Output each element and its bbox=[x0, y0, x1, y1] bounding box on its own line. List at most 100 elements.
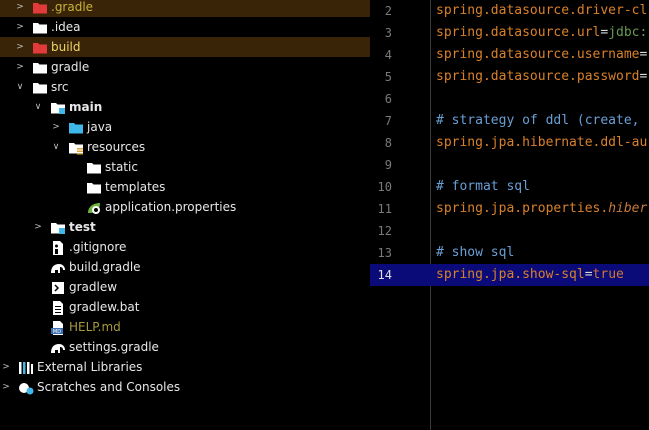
tree-item-label: test bbox=[69, 220, 96, 234]
tree-item-label: build.gradle bbox=[69, 260, 141, 274]
tree-item[interactable]: > .idea bbox=[0, 17, 370, 37]
code-token: spring.jpa.hibernate.ddl-au bbox=[436, 135, 648, 150]
module-folder-icon bbox=[50, 220, 66, 234]
code-token: = bbox=[639, 69, 648, 84]
code-line[interactable]: 3 spring.datasource.url=jdbc: bbox=[370, 22, 649, 44]
code-text: # format sql bbox=[436, 176, 530, 198]
code-token: spring.datasource.password bbox=[436, 69, 640, 84]
chevron-right-icon[interactable]: > bbox=[50, 117, 62, 137]
svg-text:MD: MD bbox=[53, 329, 61, 335]
code-line[interactable]: 5 spring.datasource.password= bbox=[370, 66, 649, 88]
code-line[interactable]: 7 # strategy of ddl (create, bbox=[370, 110, 649, 132]
tree-item[interactable]: > test bbox=[0, 217, 370, 237]
line-number: 11 bbox=[377, 202, 392, 216]
tree-item-label: java bbox=[87, 120, 113, 134]
tree-item-label: gradle bbox=[51, 60, 90, 74]
code-line[interactable]: 9 bbox=[370, 154, 649, 176]
tree-item-label: main bbox=[69, 100, 103, 114]
tree-item[interactable]: application.properties bbox=[0, 197, 370, 217]
code-token: hiber bbox=[608, 201, 648, 216]
code-text: spring.jpa.hibernate.ddl-au bbox=[436, 132, 647, 154]
code-line[interactable]: 6 bbox=[370, 88, 649, 110]
code-token: spring.datasource.driver-cl bbox=[436, 3, 648, 18]
code-token: spring.datasource.url bbox=[436, 25, 601, 40]
tree-item[interactable]: > External Libraries bbox=[0, 357, 370, 377]
folder-icon bbox=[32, 60, 48, 74]
tree-item-label: .idea bbox=[51, 20, 81, 34]
code-line[interactable]: 14 spring.jpa.show-sql=true bbox=[370, 264, 649, 286]
chevron-down-icon[interactable]: ∨ bbox=[14, 77, 26, 97]
tree-item-label: gradlew bbox=[69, 280, 118, 294]
tree-item-label: resources bbox=[87, 140, 146, 154]
text-file-icon bbox=[50, 300, 66, 315]
tree-item[interactable]: static bbox=[0, 157, 370, 177]
code-token: # strategy of ddl (create, bbox=[436, 113, 640, 128]
code-text: spring.datasource.driver-cl bbox=[436, 0, 647, 22]
code-editor[interactable]: 2 spring.datasource.driver-cl 3 spring.data… bbox=[370, 0, 649, 430]
tree-item[interactable]: gradlew.bat bbox=[0, 297, 370, 317]
tree-item[interactable]: gradlew bbox=[0, 277, 370, 297]
shell-script-icon bbox=[50, 280, 66, 294]
code-token: jdbc: bbox=[608, 25, 648, 40]
gitignore-file-icon bbox=[50, 240, 66, 255]
spring-properties-icon bbox=[86, 200, 102, 214]
folder-excluded-icon bbox=[32, 0, 48, 14]
markdown-file-icon: MD bbox=[50, 320, 66, 335]
tree-item[interactable]: build.gradle bbox=[0, 257, 370, 277]
folder-excluded-icon bbox=[32, 40, 48, 54]
tree-item-label: HELP.md bbox=[69, 320, 121, 334]
line-number: 6 bbox=[384, 92, 392, 106]
tree-item-label: Scratches and Consoles bbox=[37, 380, 181, 394]
chevron-down-icon[interactable]: ∨ bbox=[32, 97, 44, 117]
tree-item[interactable]: ∨ main bbox=[0, 97, 370, 117]
line-number: 10 bbox=[377, 180, 392, 194]
tree-item-label: templates bbox=[105, 180, 166, 194]
tree-item-label: .gradle bbox=[51, 0, 94, 14]
line-number: 13 bbox=[377, 246, 392, 260]
folder-icon bbox=[86, 160, 102, 174]
chevron-right-icon[interactable]: > bbox=[14, 57, 26, 77]
folder-icon bbox=[32, 80, 48, 94]
tree-item[interactable]: .gitignore bbox=[0, 237, 370, 257]
chevron-right-icon[interactable]: > bbox=[0, 357, 12, 377]
code-text: spring.jpa.properties.hiber bbox=[436, 198, 647, 220]
tree-item[interactable]: > Scratches and Consoles bbox=[0, 377, 370, 397]
tree-item[interactable]: > build bbox=[0, 37, 370, 57]
tree-item[interactable]: ∨ resources bbox=[0, 137, 370, 157]
tree-item-label: .gitignore bbox=[69, 240, 127, 254]
tree-item[interactable]: templates bbox=[0, 177, 370, 197]
code-token: # format sql bbox=[436, 179, 530, 194]
code-text: spring.datasource.username= bbox=[436, 44, 647, 66]
chevron-right-icon[interactable]: > bbox=[14, 0, 26, 17]
code-token: spring.datasource.username bbox=[436, 47, 640, 62]
line-number: 4 bbox=[384, 48, 392, 62]
tree-item[interactable]: > java bbox=[0, 117, 370, 137]
line-number: 8 bbox=[384, 136, 392, 150]
chevron-right-icon[interactable]: > bbox=[14, 37, 26, 57]
tree-item[interactable]: settings.gradle bbox=[0, 337, 370, 357]
code-text: spring.datasource.password= bbox=[436, 66, 647, 88]
code-token: true bbox=[592, 267, 624, 282]
code-line[interactable]: 13 # show sql bbox=[370, 242, 649, 264]
folder-icon bbox=[86, 180, 102, 194]
code-line[interactable]: 12 bbox=[370, 220, 649, 242]
tree-item[interactable]: > gradle bbox=[0, 57, 370, 77]
code-line[interactable]: 8 spring.jpa.hibernate.ddl-au bbox=[370, 132, 649, 154]
code-token: = bbox=[584, 267, 593, 282]
code-line[interactable]: 2 spring.datasource.driver-cl bbox=[370, 0, 649, 22]
gradle-elephant-icon bbox=[50, 260, 66, 274]
code-line[interactable]: 4 spring.datasource.username= bbox=[370, 44, 649, 66]
code-text: spring.jpa.show-sql=true bbox=[436, 264, 624, 286]
chevron-right-icon[interactable]: > bbox=[0, 377, 12, 397]
tree-item[interactable]: ∨ src bbox=[0, 77, 370, 97]
code-line[interactable]: 10 # format sql bbox=[370, 176, 649, 198]
chevron-right-icon[interactable]: > bbox=[14, 17, 26, 37]
chevron-down-icon[interactable]: ∨ bbox=[50, 137, 62, 157]
tree-item[interactable]: MD HELP.md bbox=[0, 317, 370, 337]
tree-item[interactable]: > .gradle bbox=[0, 0, 370, 17]
chevron-right-icon[interactable]: > bbox=[32, 217, 44, 237]
tree-item-label: static bbox=[105, 160, 138, 174]
code-token: # show sql bbox=[436, 245, 515, 260]
code-line[interactable]: 11 spring.jpa.properties.hiber bbox=[370, 198, 649, 220]
tree-item-label: build bbox=[51, 40, 81, 54]
